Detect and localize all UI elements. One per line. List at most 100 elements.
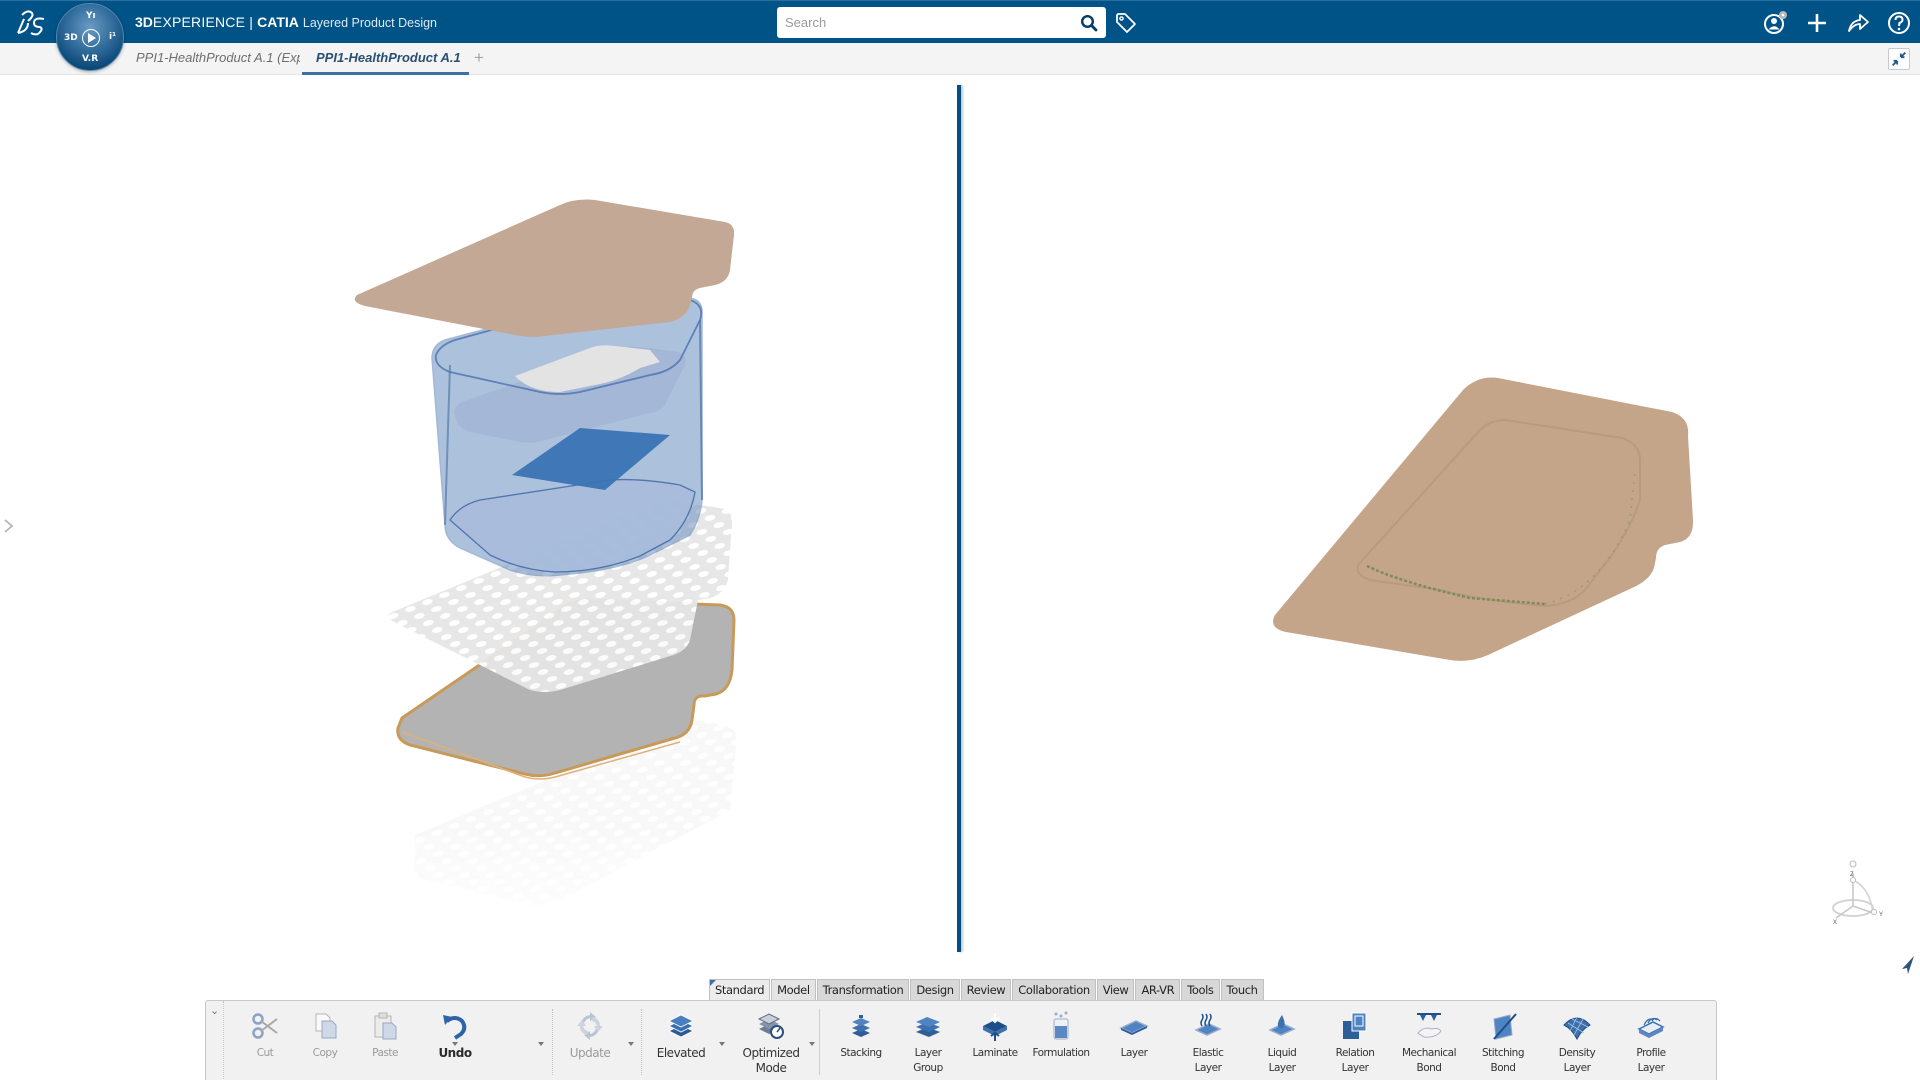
tab-design[interactable]: Design xyxy=(910,979,960,1000)
optimized-mode-label: Optimized Mode xyxy=(742,1046,800,1075)
share-icon[interactable] xyxy=(1845,10,1871,36)
optimized-mode-dropdown-arrow[interactable] xyxy=(809,1042,815,1046)
layer-group-label: Layer Group xyxy=(913,1047,943,1074)
liquid-layer-button[interactable]: Liquid Layer xyxy=(1247,1011,1317,1076)
laminate-label: Laminate xyxy=(972,1047,1018,1059)
search-icon[interactable] xyxy=(1080,14,1098,32)
stacking-button[interactable]: Stacking xyxy=(826,1011,896,1061)
assembled-dressing[interactable] xyxy=(962,76,1920,976)
mechanical-bond-icon xyxy=(1417,1013,1442,1038)
layer-icon xyxy=(1119,1020,1149,1035)
laminate-icon xyxy=(983,1013,1007,1041)
axis-y-label: Y xyxy=(1879,912,1883,918)
collapse-action-bar-button[interactable]: ⌄ xyxy=(206,1001,224,1080)
chevron-down-icon: ⌄ xyxy=(210,1005,220,1017)
top-skin-layer[interactable] xyxy=(354,199,735,337)
elevated-icon xyxy=(668,1014,694,1038)
help-icon[interactable] xyxy=(1886,10,1912,36)
layer-group-button[interactable]: Layer Group xyxy=(893,1011,963,1076)
tab-standard[interactable]: Standard xyxy=(709,979,771,1000)
cursor-icon xyxy=(1902,956,1914,974)
action-bar: ⌄ Cut Copy Paste Undo Update Elevated Op… xyxy=(205,1000,1717,1080)
elevated-button[interactable]: Elevated xyxy=(646,1011,716,1061)
copy-icon xyxy=(315,1013,337,1039)
liquid-layer-label: Liquid Layer xyxy=(1267,1047,1297,1074)
absorbent-core-box[interactable] xyxy=(431,292,703,577)
separator xyxy=(552,1009,553,1075)
tag-icon[interactable] xyxy=(1114,11,1138,35)
chevron-right-icon[interactable] xyxy=(2,516,16,536)
tab-model[interactable]: Model xyxy=(771,979,816,1000)
optimized-mode-button[interactable]: Optimized Mode xyxy=(736,1011,806,1076)
paste-label: Paste xyxy=(372,1047,398,1059)
density-layer-button[interactable]: Density Layer xyxy=(1542,1011,1612,1076)
optimized-mode-icon xyxy=(757,1013,784,1039)
viewport-left-exploded[interactable] xyxy=(0,76,957,976)
exploded-layer-stack[interactable] xyxy=(0,76,957,976)
profile-layer-label: Profile Layer xyxy=(1636,1047,1666,1074)
tab-touch[interactable]: Touch xyxy=(1220,979,1264,1000)
undo-label: Undo xyxy=(438,1046,472,1060)
layer-group-icon xyxy=(915,1017,941,1038)
tab-view[interactable]: View xyxy=(1096,979,1135,1000)
density-layer-icon xyxy=(1563,1016,1591,1041)
add-icon[interactable] xyxy=(1804,10,1830,36)
tab-ar-vr[interactable]: AR-VR xyxy=(1135,979,1181,1000)
stitching-bond-label: Stitching Bond xyxy=(1482,1047,1524,1074)
formulation-button[interactable]: Formulation xyxy=(1026,1011,1096,1061)
tab-exploded-view[interactable]: PPI1-HealthProduct A.1 (Explo xyxy=(136,50,300,65)
axis-x-label: X xyxy=(1833,920,1837,926)
orientation-compass-icon[interactable]: Z X Y xyxy=(1820,858,1890,928)
active-tab-indicator xyxy=(302,72,469,75)
elevated-dropdown-arrow[interactable] xyxy=(719,1042,725,1046)
3d-compass-button[interactable]: Yı 3D i¹ V.R xyxy=(56,3,124,71)
elastic-layer-button[interactable]: Elastic Layer xyxy=(1173,1011,1243,1076)
brand-experience: EXPERIENCE | xyxy=(152,14,258,30)
paste-button[interactable]: Paste xyxy=(350,1011,420,1061)
update-label: Update xyxy=(569,1046,611,1060)
formulation-icon xyxy=(1053,1011,1069,1040)
separator xyxy=(819,1009,820,1075)
tab-tools[interactable]: Tools xyxy=(1181,979,1220,1000)
user-icon[interactable] xyxy=(1762,10,1788,36)
brand-3d: 3D xyxy=(135,14,153,30)
app-window: Yı 3D i¹ V.R 3DEXPERIENCE | CATIA Layered… xyxy=(0,0,1920,1080)
dressing-backing[interactable] xyxy=(1273,377,1694,661)
undo-button[interactable]: Undo xyxy=(420,1011,490,1061)
tab-collaboration[interactable]: Collaboration xyxy=(1012,979,1096,1000)
viewport-right-assembled[interactable] xyxy=(962,76,1920,976)
update-dropdown-arrow[interactable] xyxy=(628,1042,634,1046)
update-button[interactable]: Update xyxy=(555,1011,625,1061)
undo-dropdown-arrow[interactable] xyxy=(538,1042,544,1046)
viewport-divider[interactable] xyxy=(957,85,961,952)
stitching-bond-button[interactable]: Stitching Bond xyxy=(1468,1011,1538,1076)
restore-down-icon[interactable] xyxy=(1888,48,1910,70)
add-tab-button[interactable]: + xyxy=(474,48,484,68)
layer-label: Layer xyxy=(1120,1047,1148,1059)
layer-button[interactable]: Layer xyxy=(1099,1011,1169,1061)
tab-transformation[interactable]: Transformation xyxy=(816,979,910,1000)
profile-layer-icon xyxy=(1637,1017,1665,1038)
stacking-label: Stacking xyxy=(840,1047,882,1059)
elastic-layer-label: Elastic Layer xyxy=(1192,1047,1224,1074)
top-bar: Yı 3D i¹ V.R 3DEXPERIENCE | CATIA Layered… xyxy=(0,0,1920,71)
update-icon xyxy=(577,1012,603,1040)
mechanical-bond-label: Mechanical Bond xyxy=(1401,1047,1457,1074)
play-icon[interactable] xyxy=(82,29,100,47)
stitching-bond-icon xyxy=(1493,1013,1517,1040)
app-name: CATIA xyxy=(257,14,299,30)
search-input[interactable] xyxy=(785,12,1065,33)
search-box xyxy=(777,7,1106,38)
tab-review[interactable]: Review xyxy=(960,979,1012,1000)
elevated-label: Elevated xyxy=(656,1046,706,1060)
compass-top-label: Yı xyxy=(86,11,96,21)
laminate-button[interactable]: Laminate xyxy=(960,1011,1030,1061)
dassault-logo-icon[interactable] xyxy=(14,7,48,37)
profile-layer-button[interactable]: Profile Layer xyxy=(1616,1011,1686,1076)
relation-layer-button[interactable]: Relation Layer xyxy=(1320,1011,1390,1076)
elastic-layer-icon xyxy=(1194,1013,1222,1036)
liquid-layer-icon xyxy=(1268,1015,1296,1036)
compass-3d-label: 3D xyxy=(64,33,78,43)
tab-health-product[interactable]: PPI1-HealthProduct A.1 xyxy=(316,50,461,65)
mechanical-bond-button[interactable]: Mechanical Bond xyxy=(1394,1011,1464,1076)
